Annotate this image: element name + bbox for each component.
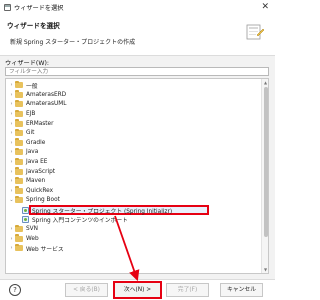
folder-icon <box>15 234 23 242</box>
chevron-right-icon[interactable]: › <box>8 169 15 175</box>
chevron-right-icon[interactable]: › <box>8 140 15 146</box>
chevron-right-icon[interactable]: › <box>8 101 15 107</box>
folder-icon <box>15 138 23 146</box>
tree-item-label: AmaterasUML <box>26 101 67 108</box>
tree-item[interactable]: › SVN <box>8 224 38 234</box>
tree-item-label: QuickRex <box>26 187 54 194</box>
cancel-button[interactable]: キャンセル <box>220 283 263 297</box>
folder-icon <box>15 80 23 89</box>
folder-icon <box>15 195 23 204</box>
folder-icon <box>15 90 23 98</box>
header-description: 新規 Spring スターター・プロジェクトの作成 <box>10 39 136 46</box>
tree-item-label: Spring Boot <box>26 197 60 204</box>
tree-item-label: Spring 入門コンテンツのインポート <box>32 218 128 225</box>
tree-item[interactable]: › Web <box>8 234 39 244</box>
spring-project-icon <box>22 206 29 214</box>
wizard-body: ウィザード(W): ▲ ▼ › 一般 › AmaterasERD › AmaterasUM… <box>0 56 275 279</box>
tree-item[interactable]: › EJB <box>8 109 36 119</box>
folder-icon <box>15 99 23 108</box>
chevron-right-icon[interactable]: › <box>8 92 15 98</box>
wizard-header: ウィザードを選択 新規 Spring スターター・プロジェクトの作成 <box>0 15 275 56</box>
folder-icon <box>15 147 23 156</box>
tree-item-label: Java <box>26 149 39 156</box>
close-icon[interactable]: ✕ <box>261 2 269 12</box>
tree-item-label: 一般 <box>26 83 38 90</box>
tree-item-label: JavaScript <box>26 168 56 175</box>
folder-icon <box>15 167 23 175</box>
chevron-right-icon[interactable]: › <box>8 226 15 232</box>
folder-icon <box>15 186 23 194</box>
chevron-right-icon[interactable]: › <box>8 178 15 184</box>
tree-item[interactable]: › QuickRex <box>8 186 54 196</box>
help-icon[interactable]: ? <box>9 284 21 296</box>
folder-icon <box>15 157 23 166</box>
tree-item-label: Spring スターター・プロジェクト (Spring Initializr) <box>32 208 173 215</box>
tree-item-label: AmaterasERD <box>26 91 67 98</box>
wizard-banner-icon <box>246 24 265 40</box>
wizard-list-label: ウィザード(W): <box>5 60 49 67</box>
tree-item[interactable]: › Java EE <box>8 157 48 167</box>
window-title: ウィザードを選択 <box>14 5 64 12</box>
app-window-icon <box>4 4 11 11</box>
chevron-right-icon[interactable]: › <box>8 188 15 194</box>
chevron-right-icon[interactable]: › <box>8 149 15 155</box>
tree-item[interactable]: Spring 入門コンテンツのインポート <box>22 215 128 224</box>
tree-item[interactable]: › 一般 <box>8 80 38 90</box>
tree-item-label: ERMaster <box>26 120 54 127</box>
folder-icon <box>15 128 23 137</box>
scroll-up-icon[interactable]: ▲ <box>263 80 268 85</box>
tree-item-label: Git <box>26 130 35 137</box>
chevron-right-icon[interactable]: › <box>8 82 15 88</box>
tree-item[interactable]: › Java <box>8 147 39 157</box>
scroll-thumb[interactable] <box>263 87 268 237</box>
wizard-footer: ? < 戻る(B) 次へ(N) > 完了(F) キャンセル <box>0 279 275 300</box>
tree-item-label: Web <box>26 235 39 242</box>
folder-icon <box>15 176 23 185</box>
tree-item[interactable]: › Git <box>8 128 35 138</box>
scroll-down-icon[interactable]: ▼ <box>263 267 268 272</box>
tree-item[interactable]: Spring スターター・プロジェクト (Spring Initializr) <box>22 206 172 215</box>
tree-item[interactable]: › AmaterasERD <box>8 90 67 100</box>
chevron-right-icon[interactable]: › <box>8 121 15 127</box>
tree-item[interactable]: › AmaterasUML <box>8 99 67 109</box>
chevron-right-icon[interactable]: › <box>8 245 15 251</box>
chevron-right-icon[interactable]: › <box>8 111 15 117</box>
tree-item-label: Maven <box>26 178 46 185</box>
header-title: ウィザードを選択 <box>7 22 60 30</box>
tree-item-label: Java EE <box>26 159 48 166</box>
folder-icon <box>15 224 23 233</box>
chevron-right-icon[interactable]: › <box>8 130 15 136</box>
chevron-right-icon[interactable]: › <box>8 159 15 165</box>
folder-icon <box>15 243 23 252</box>
finish-button[interactable]: 完了(F) <box>166 283 209 297</box>
wizard-tree[interactable]: ▲ ▼ › 一般 › AmaterasERD › AmaterasUML › EJB › ERMa… <box>5 78 269 274</box>
chevron-down-icon[interactable]: ⌄ <box>8 197 15 203</box>
vertical-scrollbar[interactable]: ▲ ▼ <box>261 79 268 273</box>
spring-project-icon <box>22 216 29 224</box>
title-bar: ウィザードを選択 ✕ <box>0 0 275 15</box>
tree-item-label: Web サービス <box>26 246 64 253</box>
tree-item[interactable]: › Maven <box>8 176 46 186</box>
folder-icon <box>15 109 23 118</box>
tree-item[interactable]: › Web サービス <box>8 243 64 253</box>
tree-item[interactable]: › ERMaster <box>8 119 54 128</box>
filter-input[interactable] <box>5 67 269 76</box>
tree-item[interactable]: › Gradle <box>8 138 46 148</box>
tree-item-label: EJB <box>26 111 36 118</box>
folder-icon <box>15 119 23 127</box>
tree-item-label: Gradle <box>26 139 46 146</box>
tree-item[interactable]: › JavaScript <box>8 167 55 176</box>
back-button[interactable]: < 戻る(B) <box>65 283 108 297</box>
tree-item[interactable]: ⌄ Spring Boot <box>8 195 60 205</box>
next-button[interactable]: 次へ(N) > <box>113 281 162 299</box>
chevron-right-icon[interactable]: › <box>8 236 15 242</box>
tree-item-label: SVN <box>26 226 38 233</box>
